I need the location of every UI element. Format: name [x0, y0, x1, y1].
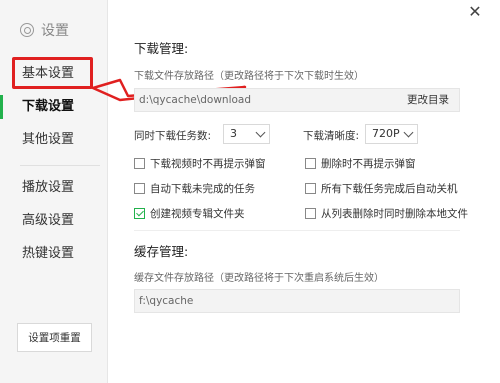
option-auto-download-unfinished[interactable]: 自动下载未完成的任务	[134, 181, 255, 196]
download-quality-select[interactable]: 720P	[365, 124, 418, 144]
sidebar-item-advanced-settings[interactable]: 高级设置	[0, 209, 108, 233]
concurrent-tasks-select[interactable]: 3	[223, 124, 270, 144]
checkbox-icon	[305, 158, 316, 169]
option-label: 下载视频时不再提示弹窗	[150, 158, 266, 170]
sidebar-item-hotkey-settings[interactable]: 热键设置	[0, 242, 108, 266]
checkbox-icon	[134, 158, 145, 169]
sidebar-item-other-settings[interactable]: 其他设置	[0, 128, 108, 152]
sidebar-header: 设置	[20, 20, 69, 40]
cache-path-field[interactable]: f:\qycache	[134, 289, 460, 313]
option-delete-local-file[interactable]: 从列表删除时同时删除本地文件	[305, 206, 468, 221]
option-no-popup-download[interactable]: 下载视频时不再提示弹窗	[134, 156, 266, 171]
download-path-label: 下载文件存放路径（更改路径将于下次下载时生效）	[134, 71, 364, 82]
highlight-box	[12, 57, 93, 89]
download-path-value: d:\qycache\download	[139, 94, 252, 106]
sidebar-divider	[20, 165, 100, 166]
option-label: 创建视频专辑文件夹	[150, 208, 245, 220]
download-quality-value: 720P	[372, 127, 400, 140]
checkbox-icon	[134, 183, 145, 194]
sidebar-item-label: 其他设置	[22, 132, 75, 147]
concurrent-tasks-value: 3	[230, 127, 237, 140]
change-directory-button[interactable]: 更改目录	[407, 89, 449, 111]
chevron-down-icon	[403, 127, 414, 138]
option-label: 自动下载未完成的任务	[150, 183, 255, 195]
chevron-down-icon	[255, 127, 266, 138]
cache-path-value: f:\qycache	[139, 295, 194, 307]
download-quality-label: 下载清晰度:	[303, 130, 360, 142]
gear-icon	[20, 23, 34, 37]
option-label: 所有下载任务完成后自动关机	[321, 183, 458, 195]
sidebar-title: 设置	[41, 23, 69, 39]
option-no-popup-delete[interactable]: 删除时不再提示弹窗	[305, 156, 416, 171]
sidebar-item-playback-settings[interactable]: 播放设置	[0, 176, 108, 200]
download-path-field[interactable]: d:\qycache\download 更改目录	[134, 88, 460, 112]
settings-window: 设置 基本设置 下载设置 其他设置 播放设置 高级设置 热键设置 设置项重置 ✕…	[0, 0, 500, 383]
option-label: 从列表删除时同时删除本地文件	[321, 208, 468, 220]
main-panel: 下载管理: 下载文件存放路径（更改路径将于下次下载时生效） d:\qycache…	[109, 0, 500, 383]
sidebar-item-download-settings[interactable]: 下载设置	[0, 95, 108, 119]
checkbox-icon	[305, 183, 316, 194]
option-auto-shutdown[interactable]: 所有下载任务完成后自动关机	[305, 181, 458, 196]
option-create-album-folder[interactable]: 创建视频专辑文件夹	[134, 206, 245, 221]
option-label: 删除时不再提示弹窗	[321, 158, 416, 170]
sidebar-item-label: 播放设置	[22, 180, 75, 195]
sidebar-item-label: 下载设置	[22, 99, 75, 114]
concurrent-tasks-label: 同时下载任务数:	[134, 130, 212, 142]
cache-section-title: 缓存管理:	[134, 244, 189, 259]
reset-settings-button[interactable]: 设置项重置	[17, 323, 92, 352]
download-section-title: 下载管理:	[134, 41, 189, 56]
sidebar-item-label: 高级设置	[22, 213, 75, 228]
section-divider	[134, 230, 460, 231]
checkbox-checked-icon	[134, 208, 145, 219]
cache-path-label: 缓存文件存放路径（更改路径将于下次重启系统后生效）	[134, 273, 384, 284]
checkbox-icon	[305, 208, 316, 219]
sidebar-item-label: 热键设置	[22, 246, 75, 261]
